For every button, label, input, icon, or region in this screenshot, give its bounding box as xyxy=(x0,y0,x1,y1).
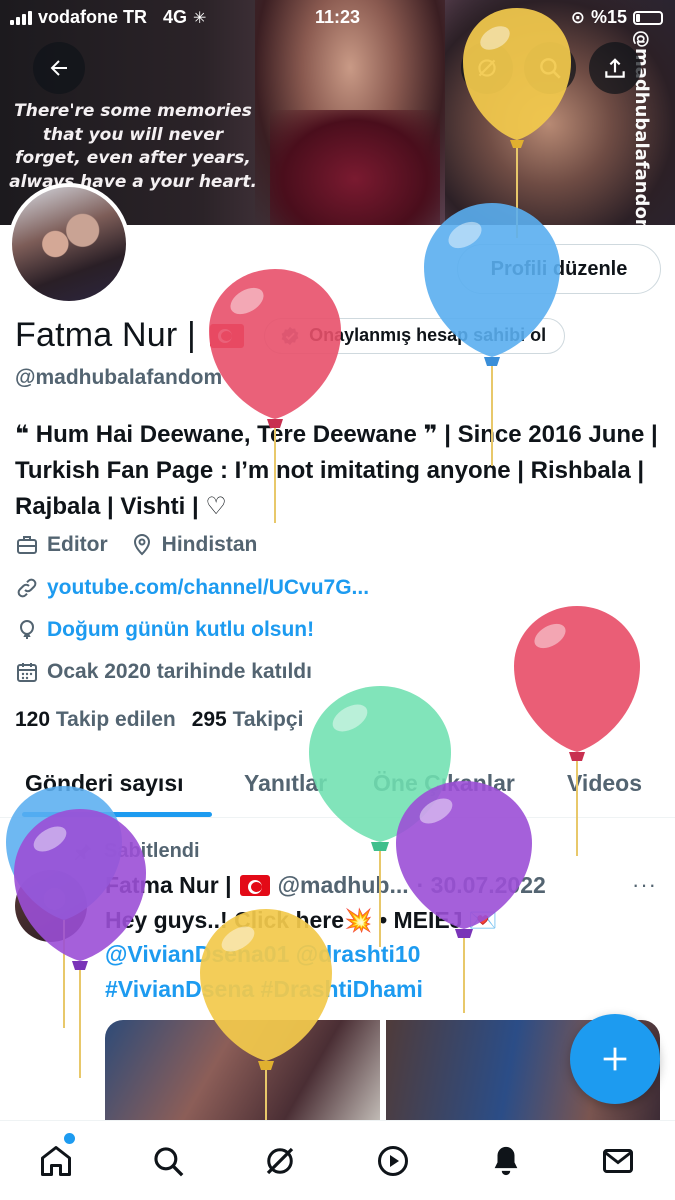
post-text-line-1: Hey guys..! Click here💥 • MEIEJ 💌 xyxy=(105,907,498,933)
nav-grok[interactable] xyxy=(258,1139,302,1183)
pinned-label: Sabitlendi xyxy=(104,840,200,862)
profile-joined: Ocak 2020 tarihinde katıldı xyxy=(47,660,312,683)
search-icon xyxy=(154,1147,184,1177)
profile-website-link[interactable]: youtube.com/channel/UCvu7G... xyxy=(47,576,369,600)
post-hashtags[interactable]: #VivianDsena #DrashtiDhami xyxy=(105,976,423,1003)
following-count: 120 xyxy=(15,708,51,731)
post-author-name[interactable]: Fatma Nur | xyxy=(105,872,232,899)
plus-icon xyxy=(603,1047,627,1071)
name-row: Fatma Nur | Onaylanmış hesap sahibi ol xyxy=(15,316,566,355)
post-mentions[interactable]: @VivianDsena01 @drashti10 xyxy=(105,941,420,968)
home-icon xyxy=(41,1146,71,1176)
pin-icon xyxy=(74,843,92,860)
bottom-navigation xyxy=(0,1120,675,1200)
follow-stats: 120 Takip edilen 295 Takipçi xyxy=(15,708,303,732)
display-name: Fatma Nur | xyxy=(15,316,197,354)
edit-profile-button[interactable]: Profili düzenle xyxy=(457,244,661,294)
get-verified-button[interactable]: Onaylanmış hesap sahibi ol xyxy=(264,317,566,354)
profile-birthday-row: Doğum günün kutlu olsun! xyxy=(15,618,314,642)
link-icon xyxy=(17,578,37,598)
tab-posts[interactable]: Gönderi sayısı xyxy=(25,770,184,797)
bell-icon xyxy=(494,1146,518,1176)
profile-bio: ❝ Hum Hai Deewane, Tere Deewane ❞ | Sinc… xyxy=(15,421,658,520)
followers-count: 295 xyxy=(191,708,227,731)
briefcase-icon xyxy=(17,536,37,554)
profile-birthday: Doğum günün kutlu olsun! xyxy=(47,618,315,641)
orientation-lock-icon: ⊙ xyxy=(570,7,585,27)
post-media-image-1[interactable] xyxy=(105,1020,380,1130)
profile-joined-row: Ocak 2020 tarihinde katıldı xyxy=(15,660,312,684)
profile-tabs: Gönderi sayısı Yanıtlar Öne Çıkanlar Vid… xyxy=(0,758,675,818)
home-notification-dot xyxy=(64,1133,75,1144)
grok-icon xyxy=(266,1147,294,1175)
verified-badge-icon xyxy=(281,326,299,345)
following-label: Takip edilen xyxy=(55,708,176,731)
grok-icon xyxy=(478,59,496,77)
banner-quote: There're some memories that you will nev… xyxy=(9,101,257,192)
grok-button[interactable] xyxy=(461,42,513,94)
nav-notifications[interactable] xyxy=(484,1139,528,1183)
nav-video[interactable] xyxy=(371,1139,415,1183)
nav-search[interactable] xyxy=(146,1139,190,1183)
back-arrow-icon xyxy=(50,60,67,76)
red-balloon-icon-2 xyxy=(514,606,640,856)
video-icon xyxy=(378,1146,408,1176)
followers-label: Takipçi xyxy=(232,708,304,731)
compose-post-button[interactable] xyxy=(570,1014,660,1104)
turkey-flag-icon xyxy=(239,875,270,896)
profile-handle: @madhubalafandom xyxy=(15,366,223,389)
share-button[interactable] xyxy=(589,42,641,94)
calendar-icon xyxy=(17,663,37,682)
profile-website-row[interactable]: youtube.com/channel/UCvu7G... xyxy=(15,576,369,600)
tab-highlights[interactable]: Öne Çıkanlar xyxy=(373,770,515,797)
post-author-avatar[interactable] xyxy=(15,870,87,942)
nav-messages[interactable] xyxy=(596,1139,640,1183)
status-right: ⊙ %15 xyxy=(571,7,663,28)
tab-replies[interactable]: Yanıtlar xyxy=(244,770,327,797)
post-more-button[interactable]: ··· xyxy=(632,872,657,898)
following-stat[interactable]: 120 Takip edilen xyxy=(15,708,176,732)
profile-location: Hindistan xyxy=(161,533,258,556)
mail-icon xyxy=(603,1149,633,1173)
profile-avatar[interactable] xyxy=(8,183,130,305)
active-tab-indicator xyxy=(22,812,212,817)
share-icon xyxy=(605,58,625,78)
battery-percent: %15 xyxy=(590,7,627,27)
location-icon xyxy=(133,534,150,556)
turkey-flag-icon xyxy=(210,323,245,348)
banner-photo-dress xyxy=(270,110,440,225)
followers-stat[interactable]: 295 Takipçi xyxy=(192,708,304,732)
post-date: · 30.07.2022 xyxy=(416,872,546,898)
profile-job: Editor xyxy=(47,533,108,556)
pinned-indicator: Sabitlendi xyxy=(72,840,200,863)
post-author-handle: @madhub... xyxy=(277,872,409,898)
tab-videos[interactable]: Videos xyxy=(567,770,642,797)
search-button[interactable] xyxy=(524,42,576,94)
get-verified-label: Onaylanmış hesap sahibi ol xyxy=(309,325,547,345)
profile-meta-row: Editor Hindistan xyxy=(15,533,257,557)
post-header: Fatma Nur | @madhub... · 30.07.2022 xyxy=(105,872,546,899)
status-bar: vodafone TR 4G ✳ 11:23 ⊙ %15 xyxy=(0,0,675,36)
battery-icon xyxy=(633,10,663,25)
balloon-icon xyxy=(19,619,35,639)
search-icon xyxy=(540,58,561,79)
nav-home[interactable] xyxy=(34,1139,78,1183)
back-button[interactable] xyxy=(33,42,85,94)
